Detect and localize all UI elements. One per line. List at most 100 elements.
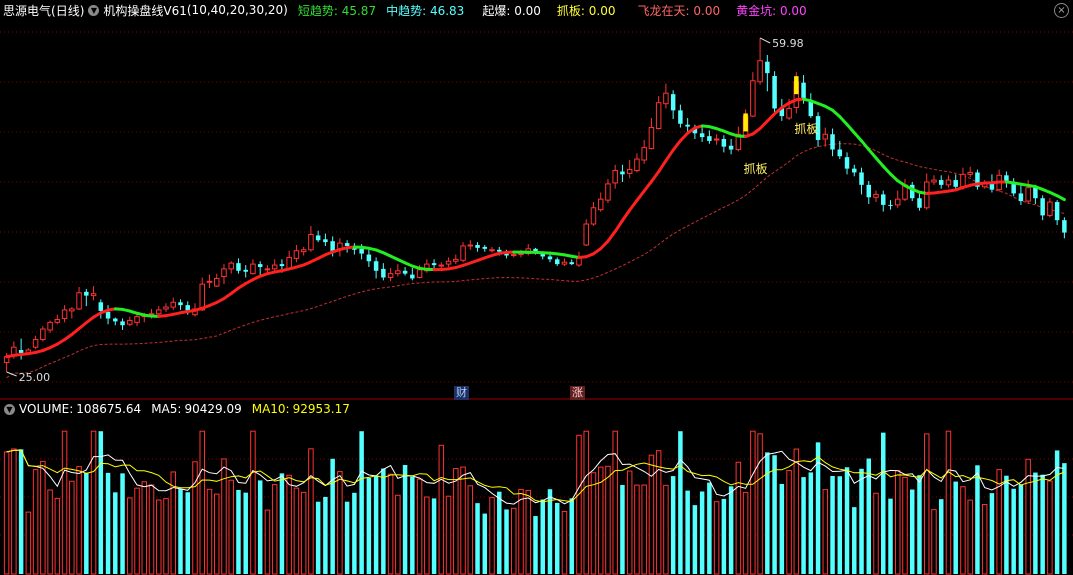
candle-body	[641, 147, 647, 161]
candle-body	[482, 246, 488, 249]
volume-bar	[583, 430, 589, 575]
candle-body	[18, 350, 24, 353]
volume-chart[interactable]	[0, 399, 1073, 575]
candle-body	[881, 194, 886, 205]
volume-bar	[1047, 480, 1053, 575]
volume-bar	[626, 470, 633, 575]
volume-bar	[844, 467, 850, 574]
volume-bar	[707, 482, 712, 574]
candle-body	[61, 309, 68, 320]
volume-bar	[945, 430, 952, 575]
candle-body	[1062, 220, 1067, 233]
volume-bar	[293, 487, 300, 575]
volume-bar	[830, 475, 835, 574]
candle-body	[707, 136, 712, 141]
volume-bar	[47, 489, 53, 575]
volume-bar	[612, 430, 618, 575]
volume-bar	[257, 480, 263, 574]
candle-body	[300, 249, 307, 253]
volume-bar	[1004, 475, 1009, 574]
candle-body	[888, 204, 893, 206]
candle-body	[859, 172, 864, 185]
candle-body	[953, 180, 958, 187]
volume-bar	[692, 505, 698, 574]
candle-body	[750, 80, 756, 117]
candle-body	[511, 254, 517, 257]
volume-bar	[199, 430, 205, 575]
volume-bar	[822, 489, 829, 575]
volume-bar	[84, 472, 89, 574]
volume-bar	[894, 470, 901, 575]
volume-bar	[923, 433, 930, 575]
candle-body	[960, 173, 966, 188]
volume-bar	[852, 507, 857, 574]
volume-bar	[156, 499, 162, 575]
volume-bar	[76, 466, 82, 575]
volume-bar	[279, 473, 285, 574]
volume-bar	[1033, 472, 1038, 574]
volume-bar	[134, 487, 140, 575]
candle-body	[250, 263, 256, 275]
candle-body	[402, 270, 408, 274]
volume-bar	[634, 484, 640, 575]
volume-bar	[359, 431, 364, 574]
volume-bar	[793, 448, 800, 575]
trend-segment	[642, 180, 653, 193]
volume-bar	[453, 468, 459, 575]
volume-bar	[438, 444, 445, 575]
candle-body	[1025, 187, 1031, 202]
candle-body	[293, 250, 300, 259]
signal-label: 抓板	[744, 162, 768, 176]
volume-bar	[663, 484, 669, 575]
volume-bar	[460, 466, 466, 575]
signal-bar	[794, 76, 799, 95]
trend-segment	[838, 115, 849, 126]
volume-bar	[424, 496, 430, 575]
candle-body	[837, 149, 843, 157]
volume-bar	[605, 465, 611, 575]
candle-body	[945, 179, 952, 186]
candle-body	[1054, 202, 1060, 221]
volume-bar	[213, 493, 220, 575]
volume-bar	[61, 430, 68, 575]
volume-bar	[381, 468, 386, 574]
candle-body	[728, 145, 734, 150]
candle-body	[213, 277, 220, 287]
candle-body	[663, 92, 669, 105]
candle-body	[243, 269, 248, 272]
candle-body	[134, 316, 140, 323]
volume-bar	[561, 510, 568, 575]
candle-body	[416, 269, 423, 278]
volume-bar	[859, 468, 864, 574]
candle-body	[497, 249, 502, 252]
candle-body	[228, 262, 234, 270]
candle-body	[634, 158, 640, 172]
volume-bar	[445, 495, 452, 575]
candle-body	[359, 248, 364, 254]
price-chart[interactable]: 59.9825.00抓板抓板	[0, 0, 1073, 400]
volume-bar	[416, 478, 423, 575]
candle-body	[410, 274, 415, 279]
volume-bar	[779, 483, 785, 574]
candle-body	[844, 157, 850, 169]
volume-bar	[489, 497, 495, 575]
volume-bar	[917, 475, 922, 574]
candle-body	[315, 235, 321, 241]
volume-bar	[873, 492, 879, 575]
candle-body	[547, 256, 553, 260]
volume-bar	[504, 509, 509, 574]
volume-bar	[1011, 488, 1016, 574]
volume-bar	[989, 493, 995, 574]
candle-body	[931, 179, 937, 183]
candle-body	[257, 264, 263, 267]
volume-bar	[554, 502, 560, 574]
candle-body	[467, 244, 474, 247]
candle-body	[852, 168, 857, 173]
volume-bar	[482, 513, 488, 574]
badge-zhang[interactable]: 涨	[570, 386, 585, 400]
candle-body	[967, 171, 973, 175]
candle-body	[713, 138, 720, 141]
candle-body	[206, 280, 213, 283]
badge-cai[interactable]: 财	[454, 386, 469, 400]
candle-body	[518, 253, 524, 256]
